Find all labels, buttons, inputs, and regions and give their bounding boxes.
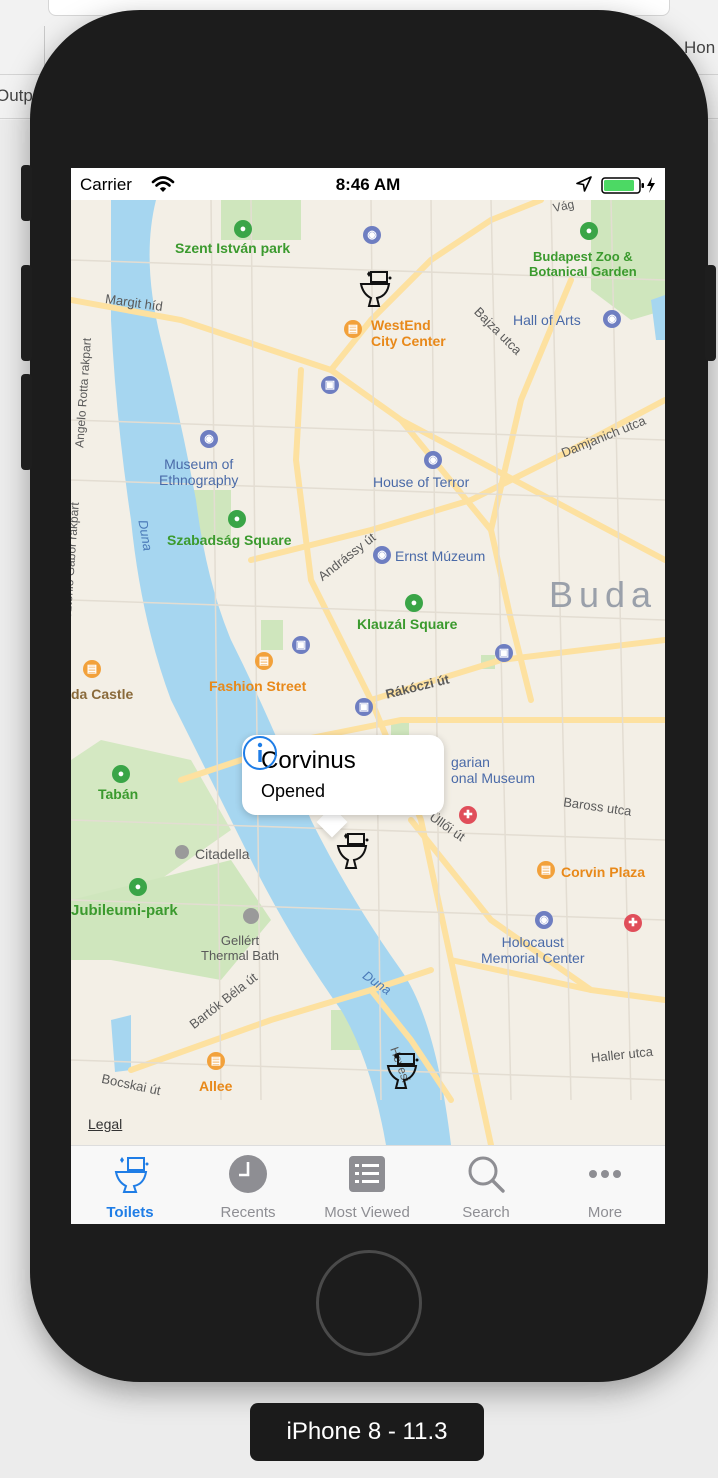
map-label: Tabán: [98, 786, 139, 802]
status-bar: Carrier 8:46 AM: [71, 168, 665, 200]
toolbar-divider: [44, 26, 45, 66]
map-label: Jubileumi-park: [71, 902, 178, 919]
toilet-pin-icon[interactable]: [334, 832, 370, 872]
callout-status: Opened: [261, 781, 326, 801]
map-label: Holocaust Memorial Center: [481, 934, 585, 967]
toilet-pin-icon[interactable]: [357, 270, 393, 310]
hospital-marker[interactable]: ✚: [459, 806, 477, 824]
map-background: [71, 200, 665, 1145]
home-button[interactable]: [316, 1250, 422, 1356]
phone-screen: Carrier 8:46 AM ● ◉ ● ▤ ◉ ▣ ◉ ◉ ● ◉ ● ▣ …: [71, 168, 665, 1224]
tab-toilets[interactable]: Toilets: [71, 1146, 189, 1224]
tab-label: Toilets: [106, 1204, 154, 1221]
park-marker[interactable]: ●: [228, 510, 246, 528]
shopping-marker[interactable]: ▤: [344, 320, 362, 338]
map-label: Corvin Plaza: [561, 864, 646, 880]
museum-marker[interactable]: ◉: [424, 451, 442, 469]
map-label: WestEnd City Center: [371, 317, 446, 350]
map-label: Fashion Street: [209, 678, 307, 694]
map-label: Ernst Múzeum: [395, 548, 486, 564]
spa-marker[interactable]: [243, 908, 259, 924]
map-label: da Castle: [71, 686, 134, 702]
power-button: [705, 265, 716, 361]
device-name-label: iPhone 8 - 11.3: [250, 1403, 484, 1461]
legal-link[interactable]: Legal: [88, 1116, 122, 1132]
tab-more[interactable]: More: [546, 1146, 664, 1224]
tab-label: Recents: [220, 1204, 276, 1221]
map-label: Allee: [199, 1078, 233, 1094]
park-marker[interactable]: ●: [234, 220, 252, 238]
map-label: Hall of Arts: [513, 312, 581, 328]
castle-marker[interactable]: ▤: [83, 660, 101, 678]
map-label: Gellért Thermal Bath: [201, 933, 280, 963]
museum-marker[interactable]: ◉: [603, 310, 621, 328]
park-marker[interactable]: ●: [405, 594, 423, 612]
transit-marker[interactable]: ▣: [292, 636, 310, 654]
tab-search[interactable]: Search: [427, 1146, 545, 1224]
map-label: Szent István park: [175, 240, 291, 256]
hospital-marker[interactable]: ✚: [624, 914, 642, 932]
transit-marker[interactable]: ▣: [495, 644, 513, 662]
clock-icon: [229, 1155, 267, 1193]
background-text-fragment: Hon: [684, 38, 716, 57]
museum-marker[interactable]: ◉: [200, 430, 218, 448]
map-label: Szabadság Square: [167, 532, 292, 548]
map-view[interactable]: ● ◉ ● ▤ ◉ ▣ ◉ ◉ ● ◉ ● ▣ ▤ ▣ ▣ ▤ ● ✚ ▤ ● …: [71, 197, 665, 1145]
zoo-marker[interactable]: ●: [580, 222, 598, 240]
transit-marker[interactable]: ▣: [321, 376, 339, 394]
tab-label: More: [587, 1204, 623, 1221]
museum-marker[interactable]: ◉: [363, 226, 381, 244]
background-text-fragment: Outp: [0, 86, 33, 105]
map-label: Klauzál Square: [357, 616, 458, 632]
location-arrow-icon: [576, 176, 592, 192]
toilet-pin-icon[interactable]: [384, 1052, 420, 1092]
tab-label: Search: [462, 1204, 510, 1221]
toilet-icon: [114, 1157, 149, 1193]
transit-marker[interactable]: ▣: [355, 698, 373, 716]
park-marker[interactable]: ●: [129, 878, 147, 896]
battery-charging-icon: [601, 177, 655, 194]
tab-most-viewed[interactable]: Most Viewed: [308, 1146, 426, 1224]
shopping-marker[interactable]: ▤: [255, 652, 273, 670]
map-label: Budapest Zoo & Botanical Garden: [529, 249, 637, 279]
volume-up-button: [21, 265, 32, 361]
tab-recents[interactable]: Recents: [189, 1146, 307, 1224]
search-icon: [468, 1156, 505, 1193]
shopping-marker[interactable]: ▤: [207, 1052, 225, 1070]
more-icon: [589, 1170, 621, 1178]
shopping-marker[interactable]: ▤: [537, 861, 555, 879]
map-label: Buda: [549, 574, 658, 615]
tab-bar: Toilets Recents Most Viewed Search More: [71, 1145, 665, 1224]
map-label: Museum of Ethnography: [159, 456, 239, 489]
museum-marker[interactable]: ◉: [535, 911, 553, 929]
museum-marker[interactable]: ◉: [373, 546, 391, 564]
map-label: House of Terror: [373, 474, 470, 490]
mute-switch: [21, 165, 32, 221]
volume-down-button: [21, 374, 32, 470]
list-icon: [349, 1156, 385, 1192]
viewpoint-marker[interactable]: [175, 845, 189, 859]
toilet-callout[interactable]: Corvinus Opened: [242, 735, 444, 815]
map-label: Citadella: [195, 846, 250, 862]
tab-label: Most Viewed: [324, 1204, 410, 1221]
park-marker[interactable]: ●: [112, 765, 130, 783]
map-label: garian onal Museum: [451, 754, 536, 787]
info-button-icon[interactable]: [242, 735, 278, 771]
